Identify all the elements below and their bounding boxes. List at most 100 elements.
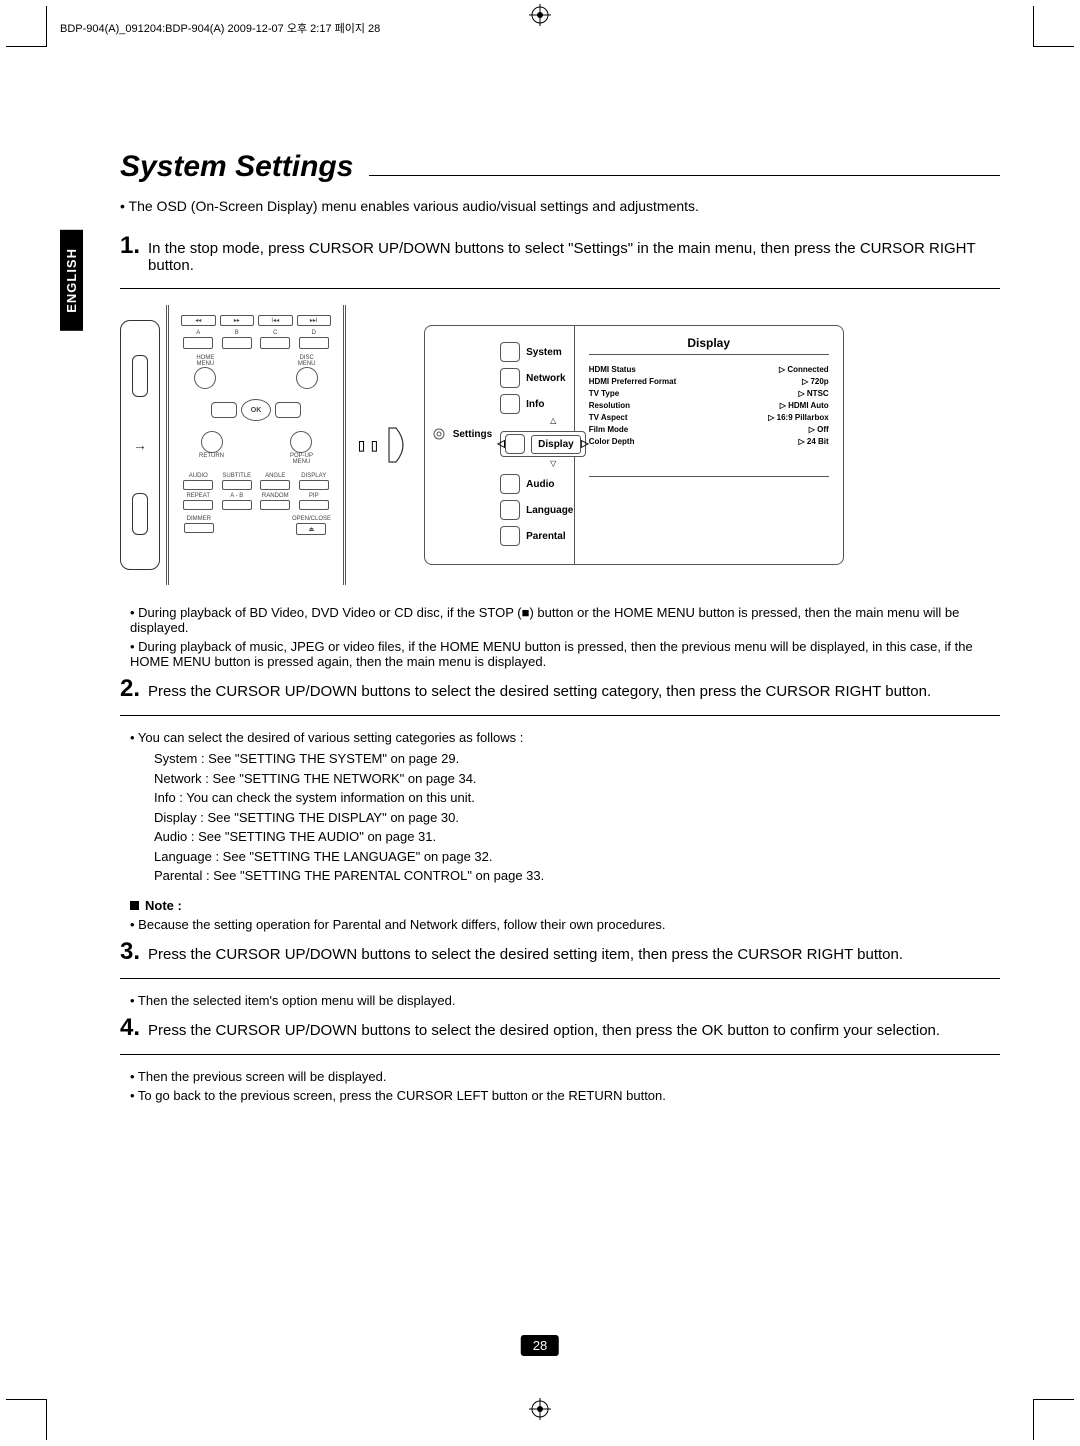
note-line: • Then the selected item's option menu w… (130, 993, 1000, 1008)
remote-side-panel: → (120, 320, 160, 570)
osd-row-val: NTSC (799, 389, 829, 398)
osd-menu-item: Network (526, 373, 565, 384)
osd-row-key: HDMI Preferred Format (589, 377, 677, 386)
osd-row-key: TV Type (589, 389, 620, 398)
category-line: Parental : See "SETTING THE PARENTAL CON… (154, 866, 1000, 886)
remote-dimmer-label: DIMMER (187, 516, 211, 522)
osd-menu-item-selected: Display (531, 435, 581, 454)
osd-menu-item: Language (526, 505, 573, 516)
remote-ok-label: OK (241, 399, 271, 421)
remote-return-label: RETURN (199, 453, 224, 459)
note-line: • During playback of BD Video, DVD Video… (130, 605, 1000, 635)
step-text: Press the CURSOR UP/DOWN buttons to sele… (148, 1022, 1000, 1039)
divider (120, 288, 1000, 289)
osd-row-key: TV Aspect (589, 413, 628, 422)
osd-row-val: 16:9 Pillarbox (768, 413, 828, 422)
remote-display-label: DISPLAY (301, 473, 326, 479)
title-rule (369, 175, 1000, 176)
osd-row-key: HDMI Status (589, 365, 636, 374)
osd-row-val: Off (809, 425, 829, 434)
note-line: • Then the previous screen will be displ… (130, 1069, 1000, 1084)
category-line: Info : You can check the system informat… (154, 788, 1000, 808)
osd-menu-item: Audio (526, 479, 554, 490)
remote-ab-label: A - B (230, 493, 243, 499)
square-bullet-icon (130, 901, 139, 910)
step-text: Press the CURSOR UP/DOWN buttons to sele… (148, 683, 1000, 700)
osd-menu-item: Info (526, 399, 544, 410)
crop-mark (6, 6, 47, 47)
category-line: System : See "SETTING THE SYSTEM" on pag… (154, 749, 1000, 769)
display-icon (505, 434, 525, 454)
remote-openclose-label: OPEN/CLOSE (292, 516, 331, 522)
osd-panel-title: Display (589, 336, 829, 350)
page-number: 28 (521, 1335, 559, 1356)
osd-row-val: 24 Bit (799, 437, 829, 446)
language-icon (500, 500, 520, 520)
osd-row-key: Resolution (589, 401, 630, 410)
note-heading: Note : (130, 898, 1000, 913)
page-title: System Settings (120, 150, 353, 184)
osd-row-val: 720p (802, 377, 829, 386)
remote-disc-menu-label: DISC MENU (282, 355, 331, 367)
category-line: Network : See "SETTING THE NETWORK" on p… (154, 769, 1000, 789)
step-number: 2. (120, 677, 140, 701)
note-line: • To go back to the previous screen, pre… (130, 1088, 1000, 1103)
triangle-left-icon: ◁ (497, 439, 505, 450)
step2-intro: • You can select the desired of various … (130, 730, 1000, 745)
divider (589, 354, 829, 355)
step-number: 3. (120, 940, 140, 964)
info-icon (500, 394, 520, 414)
network-icon (500, 368, 520, 388)
system-icon (500, 342, 520, 362)
divider (120, 978, 1000, 979)
osd-row-key: Color Depth (589, 437, 635, 446)
triangle-right-icon: ▷ (581, 439, 589, 450)
arrow-right-icon: → (133, 437, 147, 453)
osd-menu-item: System (526, 347, 562, 358)
category-line: Audio : See "SETTING THE AUDIO" on page … (154, 827, 1000, 847)
step1-notes: • During playback of BD Video, DVD Video… (130, 605, 1000, 669)
remote-angle-label: ANGLE (265, 473, 285, 479)
registration-target-icon (529, 4, 551, 26)
intro-text: • The OSD (On-Screen Display) menu enabl… (120, 198, 1000, 214)
audio-icon (500, 474, 520, 494)
category-line: Display : See "SETTING THE DISPLAY" on p… (154, 808, 1000, 828)
remote-btn-b-label: B (235, 330, 239, 336)
step-text: Press the CURSOR UP/DOWN buttons to sele… (148, 946, 1000, 963)
osd-row-val: Connected (779, 365, 829, 374)
remote-popup-label: POP-UP MENU (290, 453, 313, 465)
figure-row: → ◂◂ ▸▸ I◂◂ ▸▸I A B (120, 305, 1000, 585)
remote-random-label: RANDOM (262, 493, 289, 499)
osd-row-key: Film Mode (589, 425, 629, 434)
note-line: • Because the setting operation for Pare… (130, 917, 1000, 932)
category-list: System : See "SETTING THE SYSTEM" on pag… (154, 749, 1000, 886)
gear-icon (431, 426, 447, 442)
osd-diagram: Settings System Network Info △ ◁ (424, 325, 844, 565)
registration-target-icon (529, 1398, 551, 1420)
crop-mark (1033, 6, 1074, 47)
remote-pip-label: PIP (309, 493, 319, 499)
osd-menu-item: Parental (526, 531, 565, 542)
remote-btn-d-label: D (312, 330, 316, 336)
pause-transition-icon: ▯▯ (356, 425, 414, 465)
language-tab: ENGLISH (60, 230, 83, 331)
osd-row-val: HDMI Auto (780, 401, 829, 410)
note-label: Note : (145, 898, 182, 913)
note-line: • During playback of music, JPEG or vide… (130, 639, 1000, 669)
divider (120, 1054, 1000, 1055)
step-text: In the stop mode, press CURSOR UP/DOWN b… (148, 240, 1000, 274)
remote-diagram: ◂◂ ▸▸ I◂◂ ▸▸I A B C D HOME MENU (166, 305, 346, 585)
osd-settings-label: Settings (453, 429, 492, 440)
crop-mark (6, 1399, 47, 1440)
crop-mark (1033, 1399, 1074, 1440)
remote-home-menu-label: HOME MENU (181, 355, 230, 367)
step-number: 1. (120, 234, 140, 258)
remote-repeat-label: REPEAT (186, 493, 210, 499)
remote-btn-c-label: C (273, 330, 277, 336)
category-line: Language : See "SETTING THE LANGUAGE" on… (154, 847, 1000, 867)
parental-icon (500, 526, 520, 546)
remote-btn-a-label: A (196, 330, 200, 336)
remote-audio-label: AUDIO (189, 473, 208, 479)
remote-subtitle-label: SUBTITLE (222, 473, 251, 479)
step-number: 4. (120, 1016, 140, 1040)
